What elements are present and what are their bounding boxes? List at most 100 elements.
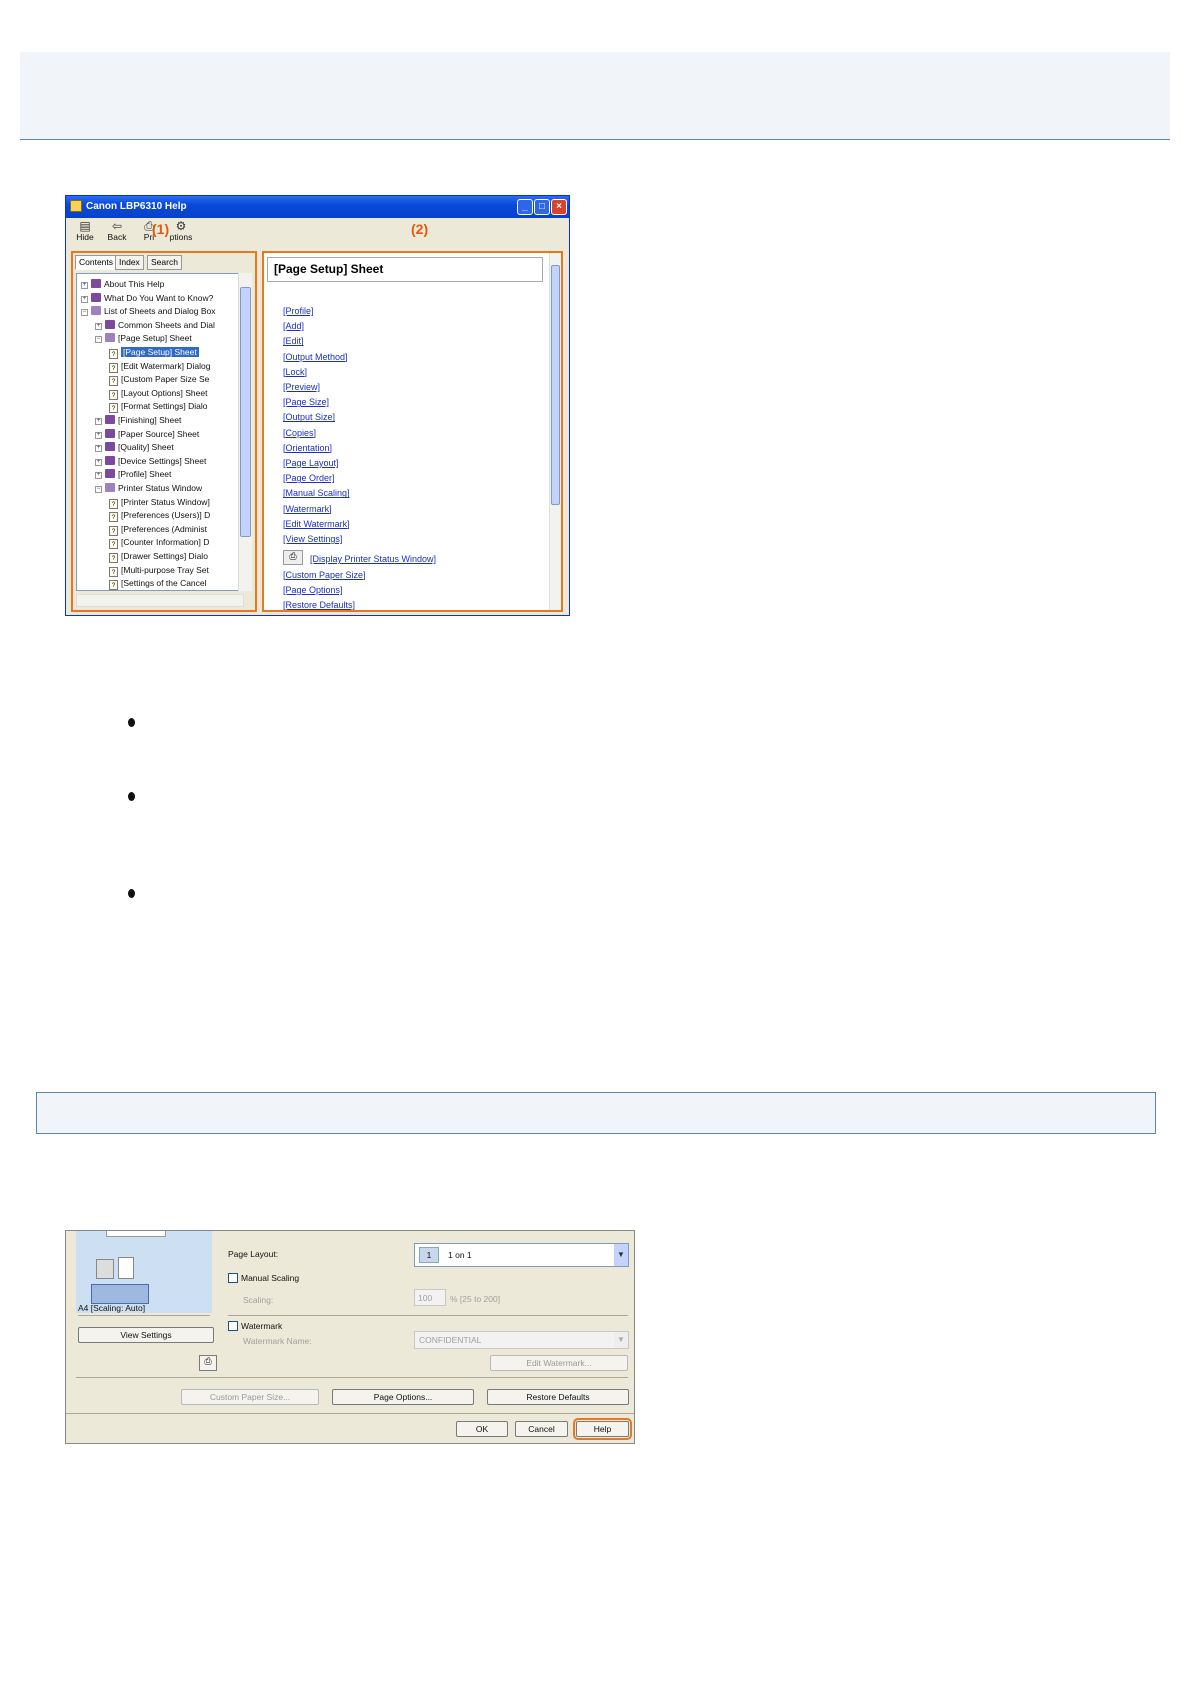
checkbox-icon[interactable] xyxy=(228,1273,238,1283)
close-icon[interactable]: × xyxy=(551,199,567,215)
watermark-checkbox[interactable]: Watermark xyxy=(228,1321,282,1331)
page-options-button[interactable]: Page Options... xyxy=(332,1389,474,1405)
tree-horizontal-scrollbar[interactable] xyxy=(76,594,244,607)
maximize-icon[interactable]: □ xyxy=(534,199,550,215)
tree-item[interactable]: ? [Settings of the Cancel xyxy=(109,577,207,590)
hide-button[interactable]: ▤ Hide xyxy=(68,220,102,242)
tree-item[interactable]: ? [Preferences (Users)] D xyxy=(109,509,211,523)
preview-caption: A4 [Scaling: Auto] xyxy=(78,1303,146,1313)
tree-item[interactable]: + [Quality] Sheet xyxy=(95,441,174,454)
tree-item[interactable]: ? [Page Setup] Sheet xyxy=(109,346,199,359)
content-link[interactable]: [Page Options] xyxy=(283,585,343,595)
book-icon xyxy=(105,319,115,329)
content-link[interactable]: [Preview] xyxy=(283,382,320,392)
tree-item[interactable]: ? [Multi-purpose Tray Set xyxy=(109,564,209,577)
tree-item[interactable]: − List of Sheets and Dialog Box xyxy=(81,305,216,318)
tree-item[interactable]: + What Do You Want to Know? xyxy=(81,292,213,305)
content-link[interactable]: [Orientation] xyxy=(283,443,332,453)
collapse-icon[interactable]: − xyxy=(95,336,102,344)
expand-icon[interactable]: + xyxy=(95,431,102,439)
content-link[interactable]: [View Settings] xyxy=(283,534,342,544)
tree-item[interactable]: ? [Format Settings] Dialo xyxy=(109,400,207,414)
view-settings-button[interactable]: View Settings xyxy=(78,1327,214,1343)
collapse-icon[interactable]: − xyxy=(81,309,88,317)
expand-icon[interactable]: + xyxy=(95,458,102,466)
minimize-icon[interactable]: _ xyxy=(517,199,533,215)
content-link[interactable]: [Watermark] xyxy=(283,504,332,514)
content-pane: [Page Setup] Sheet [Profile] [Add] [Edit] [… xyxy=(262,251,563,612)
tree-item[interactable]: + [Device Settings] Sheet xyxy=(95,455,206,468)
tree-item[interactable]: ? [Counter Information] D xyxy=(109,536,209,550)
tree-item-label: [Drawer Settings] Dialo xyxy=(121,551,208,561)
content-link[interactable]: [Copies] xyxy=(283,428,316,438)
restore-defaults-button[interactable]: Restore Defaults xyxy=(487,1389,629,1405)
tree-item[interactable]: + Common Sheets and Dial xyxy=(95,319,215,332)
tab-index[interactable]: Index xyxy=(115,255,144,270)
layout-toggle-icon[interactable] xyxy=(91,1284,149,1304)
watermark-name-select[interactable]: CONFIDENTIAL ▼ xyxy=(414,1331,629,1349)
edit-watermark-button[interactable]: Edit Watermark... xyxy=(490,1355,628,1371)
page-layout-select[interactable]: 1 1 on 1 ▼ xyxy=(414,1243,629,1267)
tree-item-label: [Quality] Sheet xyxy=(118,442,174,453)
content-link[interactable]: [Lock] xyxy=(283,367,307,377)
tree-item[interactable]: − Printer Status Window xyxy=(95,482,202,495)
content-link[interactable]: [Page Size] xyxy=(283,397,329,407)
content-link[interactable]: [Restore Defaults] xyxy=(283,600,355,610)
tree-item[interactable]: ? [Custom Paper Size Se xyxy=(109,373,209,387)
tree-vertical-scrollbar[interactable] xyxy=(238,273,252,591)
ok-button[interactable]: OK xyxy=(456,1421,508,1437)
content-link[interactable]: [Edit] xyxy=(283,336,304,346)
content-link[interactable]: [Manual Scaling] xyxy=(283,488,350,498)
expand-icon[interactable]: + xyxy=(95,322,102,330)
expand-icon[interactable]: + xyxy=(95,418,102,425)
collapse-icon[interactable]: − xyxy=(95,486,102,493)
tree-item[interactable]: ? [Drawer Settings] Dialo xyxy=(109,550,208,563)
expand-icon[interactable]: + xyxy=(95,445,102,453)
help-page-icon: ? xyxy=(109,553,118,563)
tree-item[interactable]: ? [Edit Watermark] Dialog xyxy=(109,360,210,373)
content-link[interactable]: [Profile] xyxy=(283,306,314,316)
contents-tree: + About This Help + What Do You Want to Kno… xyxy=(76,273,244,591)
expand-icon[interactable]: + xyxy=(81,282,88,289)
tree-item-label: [Preferences (Users)] D xyxy=(121,510,211,521)
tree-item[interactable]: + [Finishing] Sheet xyxy=(95,414,181,427)
content-link[interactable]: [Add] xyxy=(283,321,304,331)
tab-contents[interactable]: Contents xyxy=(75,255,118,270)
tree-item[interactable]: ? [Preferences (Administ xyxy=(109,523,207,536)
chevron-down-icon[interactable]: ▼ xyxy=(614,1244,628,1266)
printer-status-icon-button[interactable]: ⎙ xyxy=(199,1355,217,1371)
help-window-titlebar: Canon LBP6310 Help _ □ × xyxy=(66,196,569,218)
tree-item[interactable]: ? [Layout Options] Sheet xyxy=(109,387,207,400)
book-icon xyxy=(105,442,115,452)
content-link[interactable]: [Output Method] xyxy=(283,352,348,362)
tree-item[interactable]: + [Profile] Sheet xyxy=(95,468,171,481)
checkbox-icon[interactable] xyxy=(228,1321,238,1331)
content-link[interactable]: [Output Size] xyxy=(283,412,335,422)
content-scroll-thumb[interactable] xyxy=(551,265,560,505)
manual-scaling-checkbox[interactable]: Manual Scaling xyxy=(228,1273,299,1283)
content-link[interactable]: [Page Layout] xyxy=(283,458,339,468)
content-vertical-scrollbar[interactable] xyxy=(549,253,561,610)
content-link[interactable]: [Page Order] xyxy=(283,473,335,483)
display-printer-status-link[interactable]: [Display Printer Status Window] xyxy=(310,554,436,564)
back-button[interactable]: ⇦ Back xyxy=(100,220,134,242)
expand-icon[interactable]: + xyxy=(81,295,88,303)
tree-scroll-thumb[interactable] xyxy=(240,287,251,537)
open-book-icon xyxy=(105,333,115,343)
open-book-icon xyxy=(91,306,101,316)
chevron-down-icon[interactable]: ▼ xyxy=(614,1332,628,1348)
book-icon xyxy=(105,428,115,438)
tree-item[interactable]: + About This Help xyxy=(81,278,164,291)
help-window: Canon LBP6310 Help _ □ × ▤ Hide ⇦ Back ⎙… xyxy=(65,195,570,616)
content-link[interactable]: [Edit Watermark] xyxy=(283,519,350,529)
cancel-button[interactable]: Cancel xyxy=(515,1421,568,1437)
tree-item[interactable]: ? [Printer Status Window] xyxy=(109,496,210,509)
tree-item[interactable]: + [Paper Source] Sheet xyxy=(95,428,199,441)
scaling-input[interactable]: 100 xyxy=(414,1289,446,1306)
tab-search[interactable]: Search xyxy=(147,255,182,270)
expand-icon[interactable]: + xyxy=(95,472,102,480)
help-button[interactable]: Help xyxy=(573,1418,632,1440)
content-link[interactable]: [Custom Paper Size] xyxy=(283,570,366,580)
tree-item[interactable]: − [Page Setup] Sheet xyxy=(95,332,192,345)
custom-paper-size-button[interactable]: Custom Paper Size... xyxy=(181,1389,319,1405)
